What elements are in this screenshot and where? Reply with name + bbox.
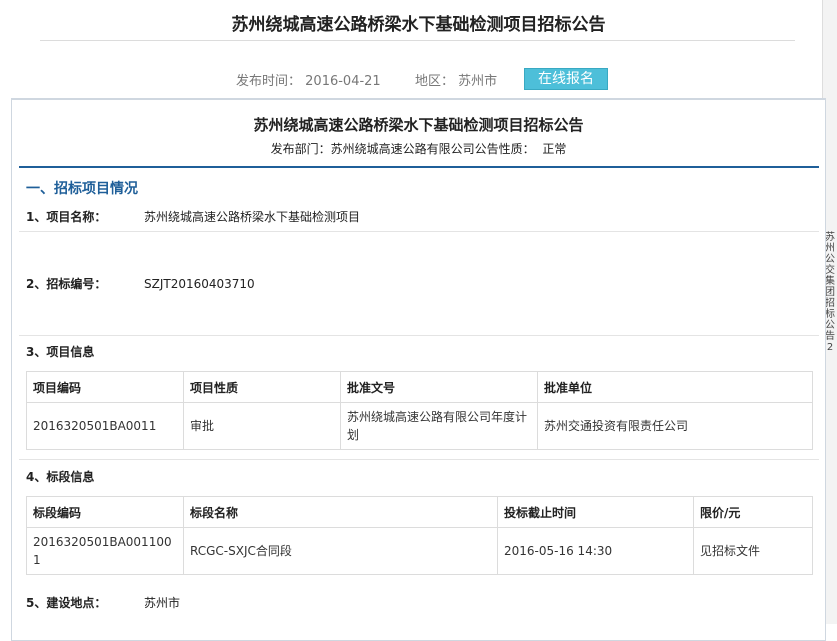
- table-header-cell: 批准单位: [537, 371, 813, 403]
- project-name-field: 1、项目名称： 苏州绕城高速公路桥梁水下基础检测项目: [26, 208, 360, 225]
- dept-label: 发布部门：: [270, 142, 331, 156]
- side-vertical-text: 苏州公交集团招标公告2: [825, 232, 835, 353]
- row-divider: [19, 459, 819, 460]
- tender-number-field: 2、招标编号： SZJT20160403710: [26, 275, 255, 292]
- table-cell: 2016320501BA0011: [26, 402, 184, 450]
- doc-subtitle: 发布部门：苏州绕城高速公路有限公司公告性质： 正常: [12, 140, 825, 157]
- dept-value: 苏州绕城高速公路有限公司: [330, 142, 475, 156]
- nature-label: 公告性质：: [474, 142, 535, 156]
- table-header-cell: 标段编码: [26, 496, 184, 528]
- table-cell: 2016-05-16 14:30: [497, 527, 694, 575]
- title-divider: [40, 40, 795, 41]
- table-row: 2016320501BA0011001 RCGC-SXJC合同段 2016-05…: [26, 527, 813, 575]
- doc-title: 苏州绕城高速公路桥梁水下基础检测项目招标公告: [253, 116, 584, 134]
- table-header-cell: 限价/元: [693, 496, 813, 528]
- table-header-row: 标段编码 标段名称 投标截止时间 限价/元: [26, 496, 813, 528]
- section-divider: [19, 166, 819, 168]
- project-info-heading: 3、项目信息: [26, 345, 95, 359]
- publish-time-label: 发布时间：: [236, 74, 302, 89]
- meta-row: 发布时间： 2016-04-21 地区： 苏州市: [236, 70, 497, 89]
- row-divider: [19, 335, 819, 336]
- table-header-cell: 投标截止时间: [497, 496, 694, 528]
- table-cell: 见招标文件: [693, 527, 813, 575]
- field-label: 1、项目名称：: [26, 210, 107, 224]
- region-value: 苏州市: [458, 74, 498, 89]
- region-label: 地区：: [415, 74, 455, 89]
- section-info-table: 标段编码 标段名称 投标截止时间 限价/元 2016320501BA001100…: [26, 496, 813, 575]
- field-value: 苏州绕城高速公路桥梁水下基础检测项目: [144, 210, 361, 224]
- table-cell: 2016320501BA0011001: [26, 527, 184, 575]
- page-title: 苏州绕城高速公路桥梁水下基础检测项目招标公告: [231, 15, 606, 35]
- construction-location-field: 5、建设地点： 苏州市: [26, 594, 180, 611]
- online-signup-button[interactable]: 在线报名: [524, 68, 608, 90]
- project-info-table: 项目编码 项目性质 批准文号 批准单位 2016320501BA0011 审批 …: [26, 371, 813, 450]
- table-header-row: 项目编码 项目性质 批准文号 批准单位: [26, 371, 813, 403]
- publish-time: 2016-04-21: [305, 74, 381, 89]
- field-label: 5、建设地点：: [26, 596, 107, 610]
- table-header-cell: 项目性质: [183, 371, 341, 403]
- announcement-panel: 苏州绕城高速公路桥梁水下基础检测项目招标公告 发布部门：苏州绕城高速公路有限公司…: [11, 98, 826, 641]
- field-label: 2、招标编号：: [26, 277, 107, 291]
- table-header-cell: 标段名称: [183, 496, 498, 528]
- table-cell: 苏州绕城高速公路有限公司年度计划: [340, 402, 538, 450]
- section-heading: 一、招标项目情况: [26, 181, 138, 197]
- table-row: 2016320501BA0011 审批 苏州绕城高速公路有限公司年度计划 苏州交…: [26, 402, 813, 450]
- table-header-cell: 项目编码: [26, 371, 184, 403]
- table-cell: RCGC-SXJC合同段: [183, 527, 498, 575]
- nature-value: 正常: [542, 142, 567, 156]
- table-cell: 审批: [183, 402, 341, 450]
- field-value: 苏州市: [144, 596, 181, 610]
- section-info-heading: 4、标段信息: [26, 470, 95, 484]
- field-value: SZJT20160403710: [144, 277, 255, 291]
- row-divider: [19, 231, 819, 232]
- table-header-cell: 批准文号: [340, 371, 538, 403]
- table-cell: 苏州交通投资有限责任公司: [537, 402, 813, 450]
